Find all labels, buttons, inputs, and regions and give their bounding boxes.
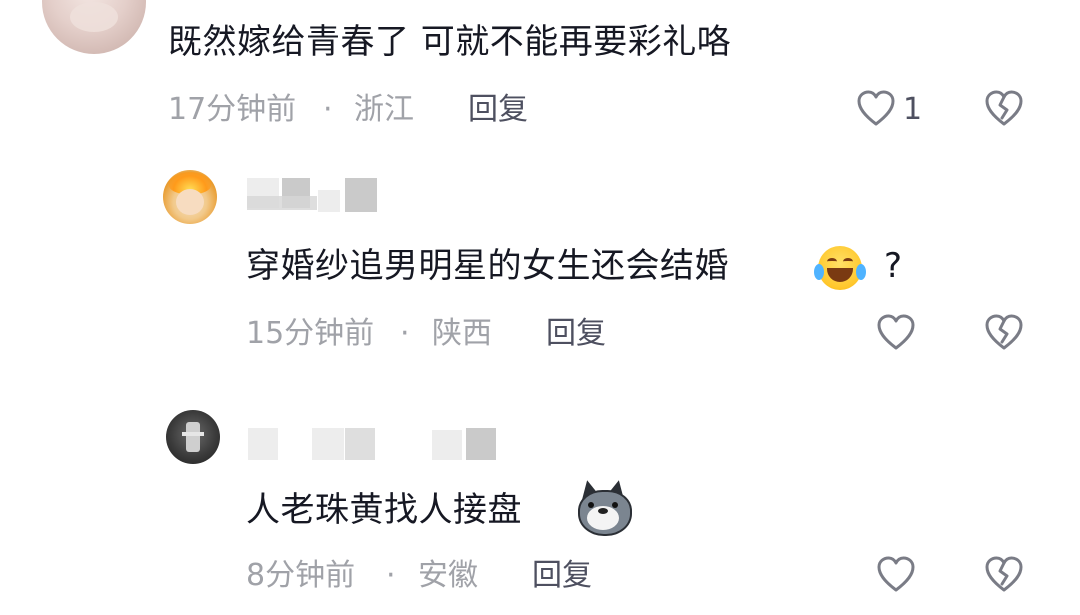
comment-text: 既然嫁给青春了 可就不能再要彩礼咯 <box>168 22 732 62</box>
meta-separator: · <box>400 316 410 351</box>
dislike-broken-heart-icon[interactable] <box>984 314 1024 352</box>
dislike-broken-heart-icon[interactable] <box>984 556 1024 594</box>
comment-location: 陕西 <box>432 316 492 351</box>
reply-button[interactable]: 回复 <box>546 314 606 354</box>
dislike-broken-heart-icon[interactable] <box>984 90 1024 128</box>
avatar[interactable] <box>163 170 217 224</box>
comment-time: 17分钟前 <box>168 92 297 127</box>
meta-separator: · <box>386 558 396 593</box>
reply-button[interactable]: 回复 <box>532 556 592 596</box>
comment-text: 人老珠黄找人接盘 <box>246 490 522 530</box>
comment-text: 穿婚纱追男明星的女生还会结婚 <box>246 246 729 286</box>
comment-time: 8分钟前 <box>246 558 356 593</box>
doge-emoji <box>574 478 632 536</box>
avatar-face <box>176 189 204 215</box>
comment-location: 浙江 <box>354 92 414 127</box>
avatar[interactable] <box>166 410 220 464</box>
avatar[interactable] <box>42 0 146 54</box>
laughing-tears-emoji <box>814 246 866 290</box>
like-heart-icon[interactable] <box>876 314 916 352</box>
avatar-figure <box>182 422 204 452</box>
comment-text-suffix: ? <box>884 246 903 286</box>
comment-time: 15分钟前 <box>246 316 375 351</box>
like-count: 1 <box>903 92 923 127</box>
meta-separator: · <box>323 92 333 127</box>
comment-location: 安徽 <box>418 558 478 593</box>
like-heart-icon[interactable] <box>856 90 896 128</box>
reply-button[interactable]: 回复 <box>468 90 528 130</box>
like-heart-icon[interactable] <box>876 556 916 594</box>
